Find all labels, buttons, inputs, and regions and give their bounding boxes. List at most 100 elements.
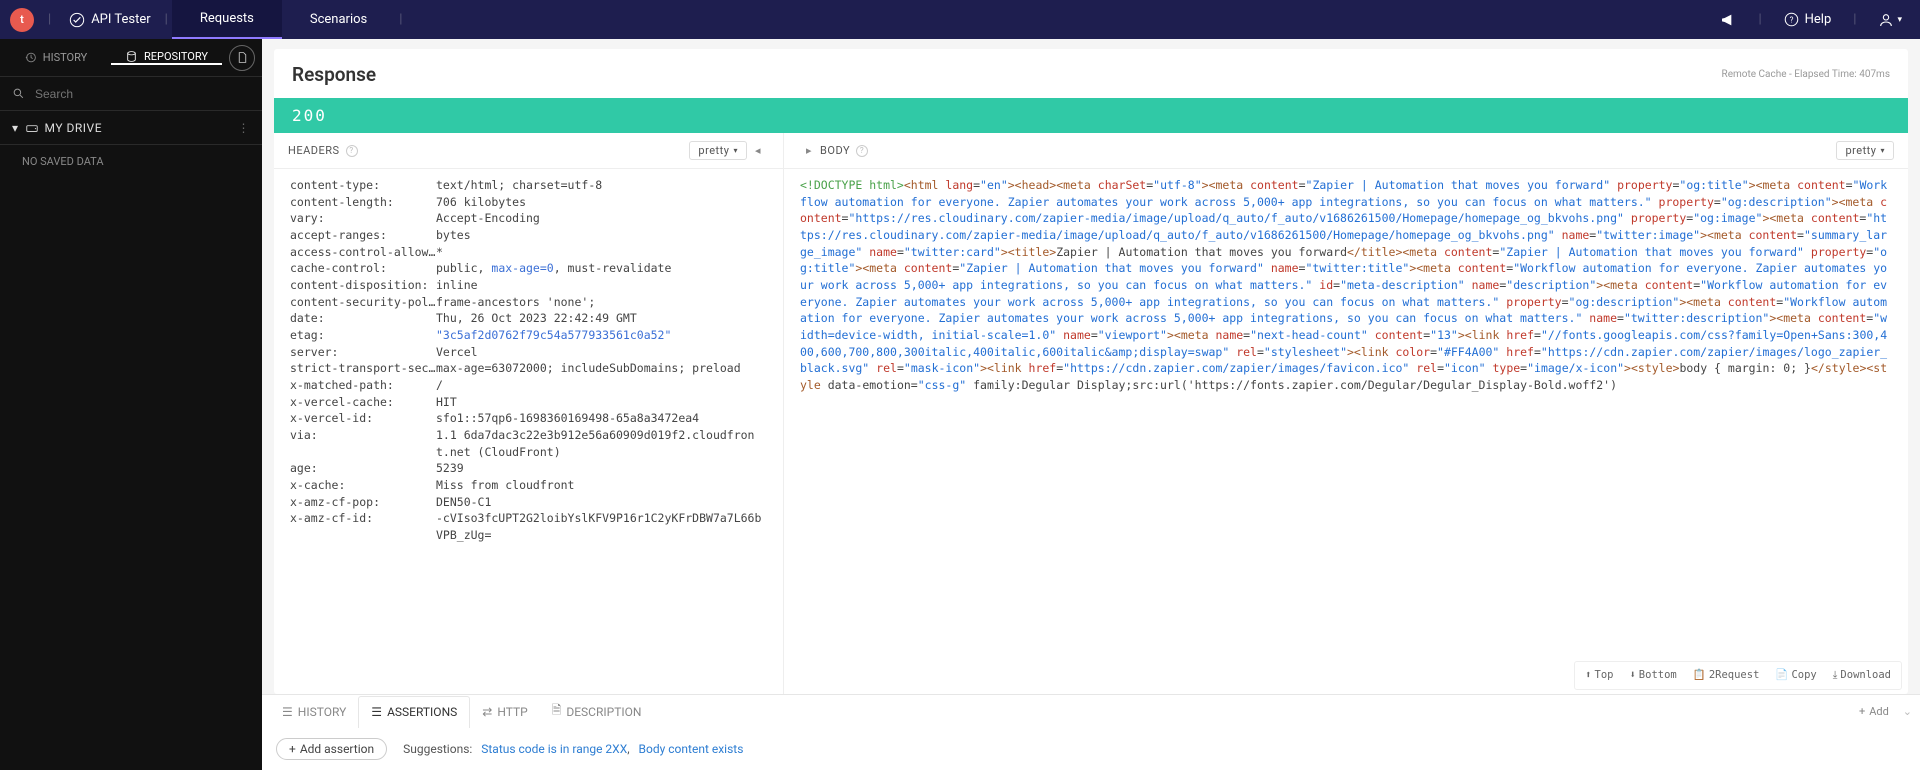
header-row: x-vercel-id:sfo1::57qp6-1698360169498-65…: [290, 410, 767, 427]
response-title: Response: [292, 63, 376, 86]
header-value: bytes: [436, 227, 767, 244]
body-actions: ⬆ Top ⬇ Bottom 📋 2Request 📄 Copy ⤓ Downl…: [1574, 661, 1902, 690]
header-name: x-cache:: [290, 477, 436, 494]
bottom-tabs: ☰ HISTORY ☰ ASSERTIONS ⇄ HTTP 🗎 DESCRIPT…: [262, 694, 1920, 728]
header-row: access-control-allow-o…*: [290, 244, 767, 261]
header-value: inline: [436, 277, 767, 294]
sidebar-tab-repository[interactable]: REPOSITORY: [111, 50, 222, 65]
header-name: accept-ranges:: [290, 227, 436, 244]
download-button[interactable]: ⤓ Download: [1827, 666, 1897, 685]
headers-label: HEADERS: [288, 144, 340, 157]
header-name: content-security-polic…: [290, 294, 436, 311]
file-icon: [236, 51, 249, 64]
add-button[interactable]: + Add ⌄: [1859, 705, 1912, 718]
suggestion-body[interactable]: Body content exists: [639, 742, 744, 756]
header-name: vary:: [290, 210, 436, 227]
header-row: x-vercel-cache:HIT: [290, 394, 767, 411]
user-menu[interactable]: ▾: [1878, 12, 1902, 28]
header-row: cache-control:public, max-age=0, must-re…: [290, 260, 767, 277]
suggestions: Suggestions: Status code is in range 2XX…: [403, 742, 743, 756]
body-pretty-select[interactable]: pretty▾: [1836, 141, 1894, 160]
body-content[interactable]: <!DOCTYPE html><html lang="en"><head><me…: [784, 169, 1908, 694]
help-icon[interactable]: ?: [346, 145, 358, 157]
header-row: etag:"3c5af2d0762f79c54a577933561c0a52": [290, 327, 767, 344]
header-value: -cVIso3fcUPT2G2loibYslKFV9P16r1C2yKFrDBW…: [436, 510, 767, 543]
sidebar-tab-history[interactable]: HISTORY: [0, 51, 111, 64]
tab-requests[interactable]: Requests: [172, 0, 282, 39]
tab-description[interactable]: 🗎 DESCRIPTION: [540, 695, 654, 728]
top-button[interactable]: ⬆ Top: [1579, 666, 1619, 685]
header-value: "3c5af2d0762f79c54a577933561c0a52": [436, 327, 767, 344]
search-input[interactable]: [33, 86, 250, 102]
header-row: x-matched-path:/: [290, 377, 767, 394]
header-row: content-length:706 kilobytes: [290, 194, 767, 211]
header-value: text/html; charset=utf-8: [436, 177, 767, 194]
header-value: Thu, 26 Oct 2023 22:42:49 GMT: [436, 310, 767, 327]
help-button[interactable]: ? Help: [1784, 12, 1832, 27]
header-row: accept-ranges:bytes: [290, 227, 767, 244]
suggestion-status[interactable]: Status code is in range 2XX: [481, 742, 627, 756]
header-value: sfo1::57qp6-1698360169498-65a8a3472ea4: [436, 410, 767, 427]
help-icon[interactable]: ?: [856, 145, 868, 157]
tab-scenarios[interactable]: Scenarios: [282, 0, 395, 39]
logo-icon[interactable]: t: [10, 8, 34, 32]
announce-icon[interactable]: [1720, 12, 1736, 28]
tab-assertions[interactable]: ☰ ASSERTIONS: [358, 696, 470, 729]
header-value: Miss from cloudfront: [436, 477, 767, 494]
search-icon: [12, 87, 25, 100]
header-row: content-type:text/html; charset=utf-8: [290, 177, 767, 194]
tab-http[interactable]: ⇄ HTTP: [470, 695, 539, 728]
header-value: max-age=63072000; includeSubDomains; pre…: [436, 360, 767, 377]
repository-icon: [125, 50, 138, 63]
history-icon: [24, 51, 37, 64]
status-code: 200: [274, 98, 1908, 133]
copy-button[interactable]: 📄 Copy: [1769, 666, 1822, 685]
header-value: public, max-age=0, must-revalidate: [436, 260, 767, 277]
svg-text:?: ?: [1789, 15, 1793, 25]
torequest-button[interactable]: 📋 2Request: [1687, 666, 1766, 685]
drive-more-icon[interactable]: ⋮: [238, 121, 251, 135]
body-label: BODY: [820, 144, 850, 157]
header-value: DEN50-C1: [436, 494, 767, 511]
header-value: HIT: [436, 394, 767, 411]
header-row: server:Vercel: [290, 344, 767, 361]
header-row: vary:Accept-Encoding: [290, 210, 767, 227]
header-name: content-length:: [290, 194, 436, 211]
header-name: date:: [290, 310, 436, 327]
header-row: age:5239: [290, 460, 767, 477]
header-name: content-type:: [290, 177, 436, 194]
headers-body[interactable]: content-type:text/html; charset=utf-8con…: [274, 169, 783, 694]
header-value: 5239: [436, 460, 767, 477]
header-row: via:1.1 6da7dac3c22e3b912e56a60909d019f2…: [290, 427, 767, 460]
header-value: Vercel: [436, 344, 767, 361]
api-tester-button[interactable]: API Tester: [59, 12, 160, 28]
header-value: *: [436, 244, 767, 261]
header-name: server:: [290, 344, 436, 361]
header-value: /: [436, 377, 767, 394]
header-row: content-security-polic…frame-ancestors '…: [290, 294, 767, 311]
new-request-button[interactable]: [222, 45, 262, 71]
response-meta: Remote Cache - Elapsed Time: 407ms: [1722, 69, 1890, 80]
header-name: via:: [290, 427, 436, 460]
drive-icon: [25, 121, 39, 135]
check-circle-icon: [69, 12, 85, 28]
header-name: x-vercel-cache:: [290, 394, 436, 411]
search-row: [0, 77, 262, 111]
chevron-down-icon: ▾: [12, 121, 19, 135]
user-icon: [1878, 12, 1894, 28]
help-icon: ?: [1784, 12, 1799, 27]
assertions-panel: + Add assertion Suggestions: Status code…: [262, 728, 1920, 770]
my-drive-row[interactable]: ▾ MY DRIVE ⋮: [0, 111, 262, 145]
collapse-left-icon[interactable]: ◂: [755, 144, 761, 157]
bottom-button[interactable]: ⬇ Bottom: [1623, 666, 1682, 685]
header-name: etag:: [290, 327, 436, 344]
header-name: content-disposition:: [290, 277, 436, 294]
collapse-right-icon[interactable]: ▸: [806, 144, 812, 157]
header-value: 706 kilobytes: [436, 194, 767, 211]
tab-history[interactable]: ☰ HISTORY: [270, 695, 358, 728]
add-assertion-button[interactable]: + Add assertion: [276, 738, 387, 760]
headers-pretty-select[interactable]: pretty▾: [689, 141, 747, 160]
sidebar: HISTORY REPOSITORY ▾ MY DRIVE ⋮ NO SAVED…: [0, 39, 262, 770]
header-row: x-amz-cf-id:-cVIso3fcUPT2G2loibYslKFV9P1…: [290, 510, 767, 543]
header-row: content-disposition:inline: [290, 277, 767, 294]
